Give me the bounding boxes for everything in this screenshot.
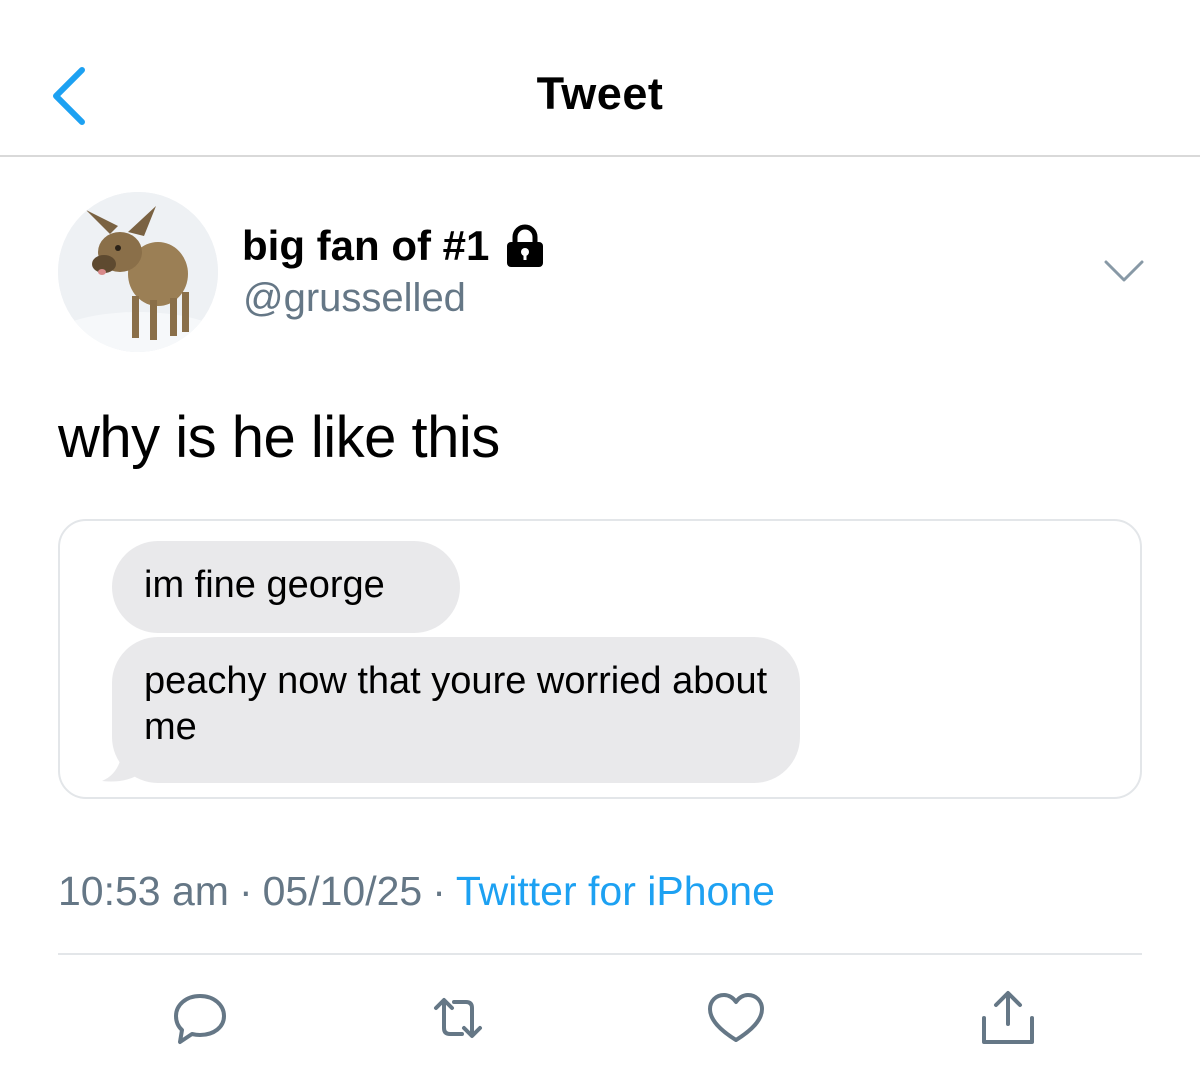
divider — [58, 953, 1142, 955]
tweet-options-button[interactable] — [1100, 252, 1148, 288]
tweet-meta: 10:53 am · 05/10/25 · Twitter for iPhone — [58, 868, 775, 915]
separator-dot: · — [432, 868, 446, 914]
display-name[interactable]: big fan of #1 — [242, 222, 489, 270]
reply-button[interactable] — [168, 988, 232, 1048]
retweet-icon — [434, 998, 482, 1038]
tweet-source-link[interactable]: Twitter for iPhone — [456, 868, 775, 914]
chevron-down-icon — [1104, 260, 1144, 282]
page-title: Tweet — [536, 68, 664, 119]
separator-dot: · — [238, 868, 253, 914]
avatar[interactable] — [58, 192, 218, 352]
share-button[interactable] — [976, 988, 1040, 1048]
user-handle[interactable]: @grusselled — [243, 276, 466, 321]
tweet-text: why is he like this — [58, 405, 500, 470]
top-navigation-bar: Tweet — [0, 0, 1200, 157]
message-bubble: peachy now that youre worried about me — [112, 637, 800, 783]
author-name-row: big fan of #1 — [242, 218, 547, 274]
message-bubble: im fine george — [112, 541, 460, 633]
tweet-media-image[interactable]: im fine george peachy now that youre wor… — [58, 519, 1142, 799]
lock-icon — [507, 224, 544, 267]
retweet-button[interactable] — [426, 988, 490, 1048]
bubble-tail — [102, 739, 152, 782]
share-icon — [982, 991, 1034, 1044]
tweet-time: 10:53 am — [58, 868, 229, 914]
reply-bubble-icon — [174, 994, 226, 1044]
deer-fawn-avatar — [58, 192, 218, 352]
tweet-date: 05/10/25 — [262, 868, 423, 914]
heart-icon — [708, 993, 764, 1042]
like-button[interactable] — [704, 988, 768, 1048]
